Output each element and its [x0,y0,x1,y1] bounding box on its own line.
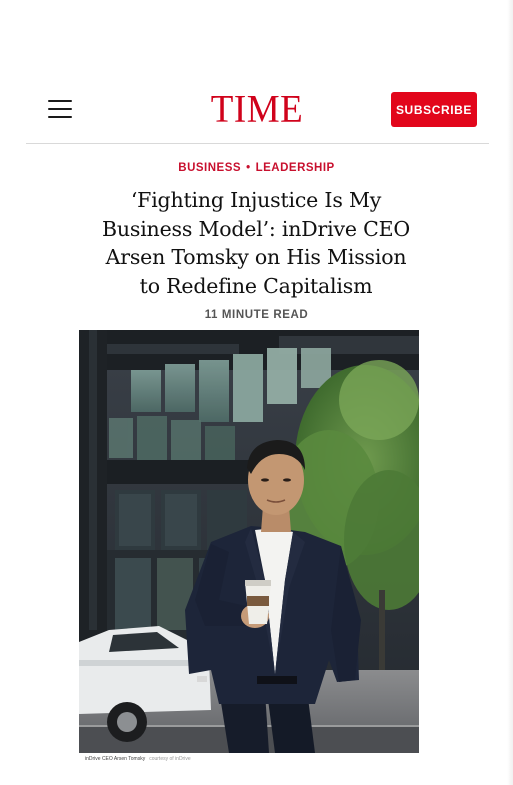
caption-text: inDrive CEO Arsen Tomsky [85,756,146,762]
headline-line-1: ‘Fighting Injustice Is My [130,188,382,212]
article-kicker: BUSINESS • LEADERSHIP [0,162,513,174]
header-divider [26,143,489,144]
article-hero-image [79,330,419,753]
hamburger-menu-icon[interactable] [48,98,74,120]
headline-line-4: to Redefine Capitalism [139,273,373,298]
time-logo[interactable]: TIME [207,88,307,131]
headline-line-2: Business Model’: inDrive CEO [102,216,410,241]
site-header: TIME SUBSCRIBE [0,86,513,132]
photo-credit: courtesy of inDrive [149,756,191,762]
subscribe-button[interactable]: SUBSCRIBE [391,92,477,127]
hero-photo-illustration [79,330,419,753]
article-headline: ‘Fighting Injustice Is My Business Model… [56,186,456,300]
kicker-separator: • [246,162,251,174]
kicker-subsection-link[interactable]: LEADERSHIP [256,162,335,174]
image-caption: inDrive CEO Arsen Tomsky courtesy of inDr… [85,756,191,762]
headline-line-3: Arsen Tomsky on His Mission [105,245,407,269]
read-time: 11 MINUTE READ [204,309,309,321]
kicker-section-link[interactable]: BUSINESS [178,162,241,174]
